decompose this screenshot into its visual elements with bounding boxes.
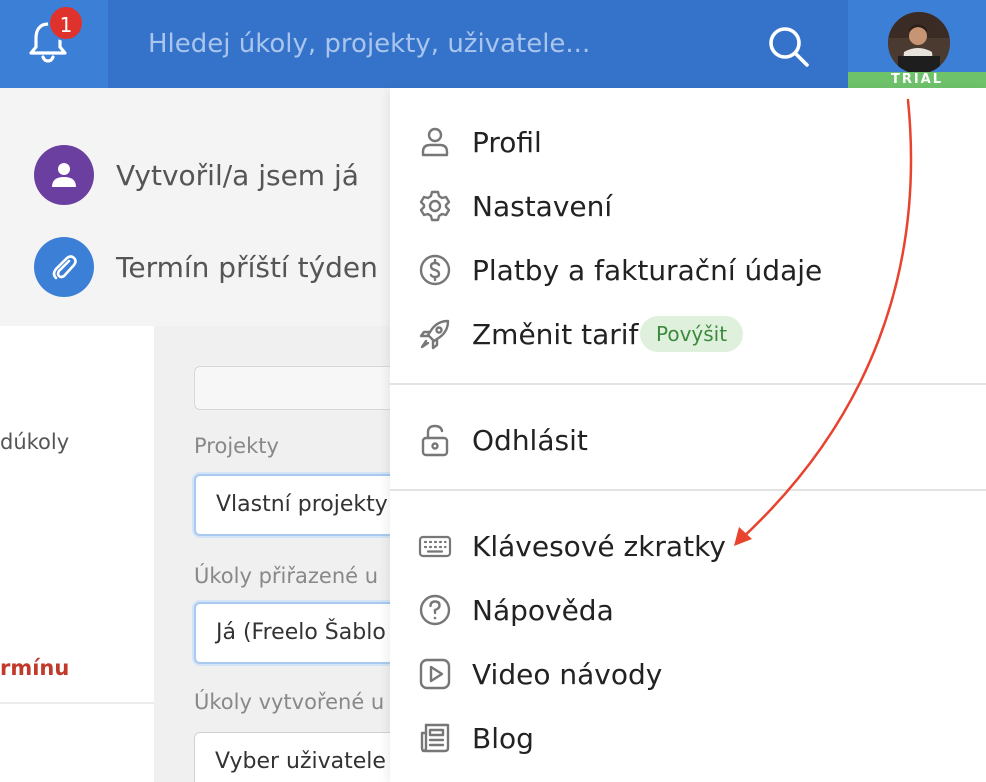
- created-select[interactable]: Vyber uživatele: [194, 732, 390, 782]
- menu-item-label: Klávesové zkratky: [472, 529, 726, 563]
- left-column: dúkoly rmínu: [0, 326, 154, 782]
- trial-badge: TRIAL: [848, 72, 986, 88]
- filter-deadline-next-week[interactable]: Termín příští týden: [34, 237, 378, 297]
- menu-item-change-plan[interactable]: Změnit tarif Povýšit: [390, 306, 986, 362]
- menu-item-help[interactable]: Nápověda: [390, 582, 986, 638]
- menu-item-label: Profil: [472, 125, 542, 159]
- menu-divider: [390, 489, 986, 491]
- filter-created-by-me[interactable]: Vytvořil/a jsem já: [34, 145, 359, 205]
- menu-item-label: Nastavení: [472, 189, 613, 223]
- text-field[interactable]: [194, 366, 390, 410]
- menu-divider: [390, 383, 986, 385]
- menu-item-keyboard-shortcuts[interactable]: Klávesové zkratky: [390, 518, 986, 574]
- menu-item-label: Nápověda: [472, 593, 614, 627]
- user-icon: [421, 127, 449, 157]
- menu-item-logout[interactable]: Odhlásit: [390, 412, 986, 468]
- filter-label: Termín příští týden: [116, 250, 378, 284]
- filter-icon-circle: [34, 145, 94, 205]
- menu-item-label: Platby a fakturační údaje: [472, 253, 823, 287]
- menu-item-label: Odhlásit: [472, 423, 588, 457]
- left-item-subtasks[interactable]: dúkoly: [0, 430, 69, 454]
- newspaper-icon: [420, 723, 450, 753]
- notification-count-badge: 1: [48, 5, 84, 41]
- keyboard-icon: [418, 535, 452, 558]
- menu-item-settings[interactable]: Nastavení: [390, 178, 986, 234]
- filter-form: Projekty Vlastní projekty Úkoly přiřazen…: [154, 326, 390, 782]
- menu-item-video-tutorials[interactable]: Video návody: [390, 646, 986, 702]
- upgrade-badge[interactable]: Povýšit: [640, 316, 744, 352]
- top-bar: 1 TRIAL: [0, 0, 986, 88]
- menu-item-label: Blog: [472, 721, 534, 755]
- paperclip-icon: [52, 255, 77, 280]
- menu-item-label: Změnit tarif: [472, 317, 639, 351]
- user-icon: [52, 163, 76, 187]
- filter-icon-circle: [34, 237, 94, 297]
- divider: [0, 702, 154, 704]
- notifications-button[interactable]: 1: [0, 0, 108, 88]
- left-item-no-deadline[interactable]: rmínu: [0, 656, 69, 680]
- avatar[interactable]: [888, 12, 950, 74]
- filter-label: Vytvořil/a jsem já: [116, 158, 359, 192]
- quick-filters: Vytvořil/a jsem já Termín příští týden: [0, 88, 390, 326]
- unlock-icon: [421, 424, 449, 457]
- menu-item-blog[interactable]: Blog: [390, 710, 986, 766]
- dollar-icon: [419, 254, 451, 286]
- projects-label: Projekty: [194, 434, 279, 458]
- video-play-icon: [419, 658, 451, 690]
- projects-select[interactable]: Vlastní projekty: [194, 474, 390, 536]
- search-input[interactable]: [148, 22, 748, 66]
- avatar-photo: [888, 12, 950, 74]
- gear-icon: [419, 190, 451, 222]
- created-label: Úkoly vytvořené u: [194, 690, 385, 714]
- menu-item-profile[interactable]: Profil: [390, 114, 986, 170]
- rocket-icon: [419, 319, 450, 350]
- assigned-select[interactable]: Já (Freelo Šablo: [194, 602, 390, 664]
- menu-item-label: Video návody: [472, 657, 663, 691]
- menu-item-billing[interactable]: Platby a fakturační údaje: [390, 242, 986, 298]
- user-dropdown-menu: Profil Nastavení Platby a fakturační úda…: [390, 88, 986, 782]
- search-icon[interactable]: [764, 22, 812, 70]
- assigned-label: Úkoly přiřazené u: [194, 564, 379, 588]
- question-icon: [419, 594, 451, 626]
- user-menu-button[interactable]: TRIAL: [848, 0, 986, 88]
